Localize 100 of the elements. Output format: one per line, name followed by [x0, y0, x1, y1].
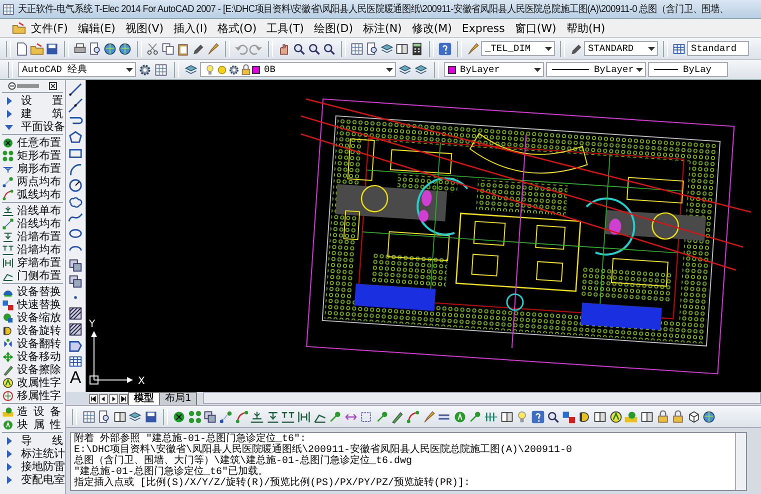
pencil-icon[interactable] [191, 42, 205, 56]
palette-tool[interactable]: 沿墙均布 [2, 243, 63, 256]
clipboard-icon[interactable] [176, 42, 190, 56]
collapsed-arrow-icon[interactable] [5, 462, 13, 470]
four-dots-icon[interactable] [188, 410, 202, 424]
palette-group[interactable]: 标注统计 [2, 447, 63, 460]
cards-icon[interactable] [500, 410, 514, 424]
last-tab-icon[interactable] [119, 394, 128, 404]
collapsed-arrow-icon[interactable] [5, 110, 13, 118]
ellipse-icon[interactable] [68, 226, 83, 241]
next-tab-icon[interactable] [109, 394, 118, 404]
arc-icon[interactable] [68, 162, 83, 177]
menu-item[interactable]: 帮助(H) [561, 20, 610, 36]
vertical-scrollbar[interactable] [735, 433, 746, 490]
palette-tool[interactable]: 设备翻转 [2, 337, 63, 350]
page-icon[interactable] [97, 410, 112, 424]
search-icon[interactable] [307, 42, 321, 56]
palette-tool[interactable]: 设备缩放 [2, 311, 63, 324]
revision-cloud-icon[interactable] [68, 194, 83, 209]
workspace-dropdown[interactable]: AutoCAD 经典 [18, 62, 136, 77]
save-icon[interactable] [45, 42, 59, 56]
menu-item[interactable]: 修改(M) [406, 20, 457, 36]
insert-block-icon[interactable] [68, 258, 83, 273]
menu-item[interactable]: 编辑(E) [72, 20, 120, 36]
eraser-icon[interactable] [390, 410, 404, 424]
properties-grid-icon[interactable] [350, 42, 364, 56]
caret-icon[interactable] [544, 46, 552, 50]
printer-icon[interactable] [73, 42, 87, 56]
print-preview-icon[interactable] [88, 42, 102, 56]
menu-item[interactable]: 文件(F) [26, 20, 73, 36]
palette-tool[interactable]: 扇形布置 [2, 162, 63, 175]
layer-dropdown[interactable]: 0B [200, 62, 396, 77]
previous-tab-icon[interactable] [99, 394, 108, 404]
arc-dots-icon[interactable] [406, 410, 420, 424]
palette-tool[interactable]: 弧线均布 [2, 188, 63, 201]
magnifier-icon[interactable] [322, 42, 336, 56]
pin-icon[interactable] [374, 410, 389, 424]
collapsed-arrow-icon[interactable] [5, 436, 13, 444]
menu-item[interactable]: 绘图(D) [308, 20, 358, 36]
table-icon[interactable] [68, 354, 83, 369]
wall-symbol-icon[interactable] [266, 410, 280, 424]
hatch-icon[interactable] [68, 306, 83, 321]
line-symbol-icon[interactable] [250, 410, 264, 424]
lineweight-dropdown[interactable]: ByLay [648, 62, 728, 77]
pin-icon[interactable] [328, 410, 342, 424]
construction-line-icon[interactable] [68, 98, 83, 113]
menu-item[interactable]: 窗口(W) [510, 20, 562, 36]
circle-cross-icon[interactable] [172, 410, 186, 424]
publish-globe-icon[interactable] [118, 42, 132, 56]
close-icon[interactable] [49, 82, 57, 90]
lock-icon[interactable] [656, 410, 670, 424]
palette-group[interactable]: 设置 [2, 94, 63, 107]
palette-tool[interactable]: 设备擦除 [2, 363, 63, 376]
lock-icon[interactable] [671, 410, 686, 424]
palette-tool[interactable]: 移属性字 [2, 389, 63, 402]
wall-crossing-icon[interactable] [296, 410, 311, 424]
table-style-dropdown[interactable]: Standard [687, 41, 749, 56]
blocks-icon[interactable] [203, 410, 218, 424]
layers-icon[interactable] [128, 410, 142, 424]
help-icon[interactable] [530, 410, 545, 424]
palette-tool[interactable]: 改属性字 [2, 376, 63, 389]
dimension-style-dropdown[interactable]: STANDARD [584, 41, 658, 56]
copy-icon[interactable] [161, 42, 175, 56]
layout-tab[interactable]: 布局1 [159, 392, 198, 405]
menu-item[interactable]: 视图(V) [120, 20, 169, 36]
palette-tool[interactable]: 快速替换 [2, 298, 63, 311]
caret-icon[interactable] [534, 68, 540, 72]
collapsed-arrow-icon[interactable] [5, 96, 13, 104]
palette-tool[interactable]: 两点均布 [2, 175, 63, 188]
rectangle-icon[interactable] [68, 146, 83, 161]
palette-tool[interactable]: 块属性 [2, 418, 63, 431]
pan-hand-icon[interactable] [277, 42, 291, 56]
globe-icon[interactable] [103, 42, 117, 56]
brush-icon[interactable] [422, 410, 436, 424]
cube-icon[interactable] [686, 410, 701, 424]
calculator-icon[interactable] [410, 42, 424, 56]
palette-tool[interactable]: 沿墙布置 [2, 230, 63, 243]
horizontal-scrollbar[interactable] [203, 392, 761, 404]
collapsed-arrow-icon[interactable] [5, 450, 13, 458]
region-icon[interactable] [68, 338, 83, 353]
caret-icon[interactable] [636, 68, 643, 72]
layout-tab[interactable]: 模型 [128, 392, 160, 405]
circle-letter-icon[interactable] [452, 410, 467, 424]
palette-tool[interactable]: 设备替换 [2, 285, 63, 298]
menu-item[interactable]: 标注(N) [358, 20, 407, 36]
palette-group[interactable]: 变配电室 [2, 473, 63, 486]
bars-icon[interactable] [484, 410, 498, 424]
caret-icon[interactable] [648, 46, 654, 50]
palette-tool[interactable]: 设备旋转 [2, 324, 63, 337]
palette-tool[interactable]: 穿墙布置 [2, 256, 63, 269]
palette-tool[interactable]: 设备移动 [2, 350, 63, 363]
palette-group[interactable]: 接地防雷 [2, 460, 63, 473]
palette-group[interactable]: 平面设备 [2, 120, 63, 133]
color-dropdown[interactable]: ByLayer [444, 62, 544, 77]
minimize-icon[interactable] [8, 82, 40, 90]
help-icon[interactable] [438, 42, 452, 56]
text-tool[interactable]: A [70, 370, 82, 386]
line-icon[interactable] [68, 82, 83, 97]
save-icon[interactable] [144, 410, 158, 424]
palette-tool[interactable]: 造设备 [2, 405, 63, 418]
